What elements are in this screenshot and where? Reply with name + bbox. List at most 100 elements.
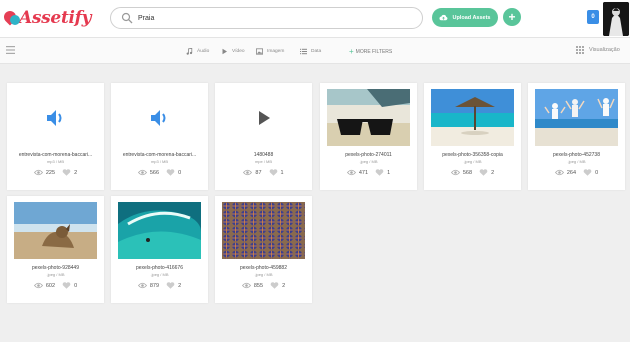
photo-beach-umbrella [431, 89, 514, 146]
asset-stats: 568 2 [424, 169, 521, 176]
eye-icon [346, 169, 356, 176]
more-filters-button[interactable]: + MORE FILTERS [349, 47, 392, 56]
like-count: 0 [74, 282, 78, 289]
heart-icon[interactable] [269, 169, 278, 176]
like-count: 2 [74, 169, 78, 176]
view-count: 879 [149, 282, 160, 289]
heart-icon[interactable] [62, 169, 71, 176]
logo-mark [1, 8, 22, 27]
grid-icon [576, 46, 584, 54]
add-button[interactable]: + [503, 8, 521, 26]
notification-badge[interactable]: 0 [587, 10, 599, 24]
heart-icon[interactable] [270, 282, 279, 289]
search-input[interactable]: Praia [138, 15, 154, 22]
top-bar: Assetify Praia Upload Assets + 0 [0, 0, 630, 38]
like-count: 0 [595, 169, 599, 176]
heart-icon[interactable] [583, 169, 592, 176]
search-bar[interactable]: Praia [110, 7, 423, 29]
asset-thumbnail [118, 89, 201, 146]
asset-meta: mp3 / MB [150, 159, 169, 164]
music-note-icon [186, 47, 193, 55]
asset-card[interactable]: 1480488 mpe / MB 87 1 [215, 83, 312, 190]
filter-video[interactable]: Vídeo [221, 46, 245, 56]
photo-jumping-people [535, 89, 618, 146]
photo-wave [118, 202, 201, 259]
menu-icon[interactable] [6, 46, 15, 54]
list-icon [300, 48, 307, 54]
asset-card[interactable]: pexels-photo-416676 .jpeg / MB 879 2 [111, 196, 208, 303]
eye-icon [137, 282, 147, 289]
filter-bar: Áudio Vídeo Imagem Data + MORE FILTERS V… [0, 38, 630, 64]
view-count: 471 [358, 169, 369, 176]
like-count: 1 [280, 169, 284, 176]
filter-image[interactable]: Imagem [256, 46, 284, 56]
upload-assets-button[interactable]: Upload Assets [432, 8, 498, 27]
asset-meta: .jpeg / MB [359, 159, 378, 164]
asset-stats: 225 2 [7, 169, 104, 176]
asset-thumbnail [535, 89, 618, 146]
asset-thumbnail [118, 202, 201, 259]
asset-meta: mp3 / MB [46, 159, 65, 164]
asset-thumbnail [222, 89, 305, 146]
photo-beach-umbrellas [222, 202, 305, 259]
like-count: 2 [178, 282, 182, 289]
asset-name: pexels-photo-356358-copia [442, 152, 503, 158]
heart-icon[interactable] [166, 169, 175, 176]
heart-icon[interactable] [166, 282, 175, 289]
avatar[interactable] [603, 2, 629, 36]
heart-icon[interactable] [375, 169, 384, 176]
play-icon [222, 48, 227, 54]
asset-card[interactable]: pexels-photo-459882 .jpeg / MB 855 2 [215, 196, 312, 303]
asset-thumbnail [14, 89, 97, 146]
asset-thumbnail [14, 202, 97, 259]
asset-meta: .jpeg / MB [150, 272, 169, 277]
asset-stats: 566 0 [111, 169, 208, 176]
filter-data[interactable]: Data [300, 46, 321, 56]
heart-icon[interactable] [62, 282, 71, 289]
asset-card[interactable]: pexels-photo-356358-copia .jpeg / MB 568… [424, 83, 521, 190]
asset-stats: 855 2 [215, 282, 312, 289]
asset-card[interactable]: pexels-photo-274011 .jpeg / MB 471 1 [320, 83, 417, 190]
eye-icon [33, 169, 43, 176]
filter-video-label: Vídeo [232, 48, 245, 54]
eye-icon [554, 169, 564, 176]
eye-icon [137, 169, 147, 176]
asset-meta: .jpeg / MB [567, 159, 586, 164]
asset-card[interactable]: entrevista-com-morena-baccari... mp3 / M… [111, 83, 208, 190]
asset-card[interactable]: pexels-photo-928449 .jpeg / MB 602 0 [7, 196, 104, 303]
visualization-toggle[interactable]: Visualização [576, 46, 620, 54]
view-count: 566 [149, 169, 160, 176]
asset-card[interactable]: pexels-photo-452738 .jpeg / MB 264 0 [528, 83, 625, 190]
asset-meta: mpe / MB [254, 159, 273, 164]
search-icon [121, 12, 133, 24]
asset-name: pexels-photo-274011 [345, 152, 392, 158]
asset-thumbnail [222, 202, 305, 259]
eye-icon [241, 282, 251, 289]
photo-dog-beach [14, 202, 97, 259]
filter-data-label: Data [311, 48, 322, 54]
asset-name: pexels-photo-452738 [553, 152, 600, 158]
visualization-label: Visualização [589, 47, 620, 53]
view-count: 855 [253, 282, 264, 289]
asset-stats: 264 0 [528, 169, 625, 176]
eye-icon [33, 282, 43, 289]
plus-icon: + [349, 47, 354, 56]
asset-meta: .jpeg / MB [254, 272, 273, 277]
app-logo[interactable]: Assetify [1, 6, 92, 30]
like-count: 2 [282, 282, 286, 289]
asset-name: pexels-photo-416676 [136, 265, 183, 271]
audio-icon [150, 109, 165, 126]
heart-icon[interactable] [479, 169, 488, 176]
view-count: 568 [462, 169, 473, 176]
asset-meta: .jpeg / MB [463, 159, 482, 164]
asset-name: entrevista-com-morena-baccari... [122, 152, 197, 158]
upload-assets-label: Upload Assets [452, 14, 491, 21]
asset-meta: .jpeg / MB [46, 272, 65, 277]
asset-thumbnail [431, 89, 514, 146]
audio-icon [46, 109, 61, 126]
like-count: 2 [491, 169, 495, 176]
filter-audio[interactable]: Áudio [186, 46, 209, 56]
more-filters-label: MORE FILTERS [355, 48, 393, 55]
asset-name: 1480488 [253, 152, 274, 158]
asset-card[interactable]: entrevista-com-morena-baccari... mp3 / M… [7, 83, 104, 190]
